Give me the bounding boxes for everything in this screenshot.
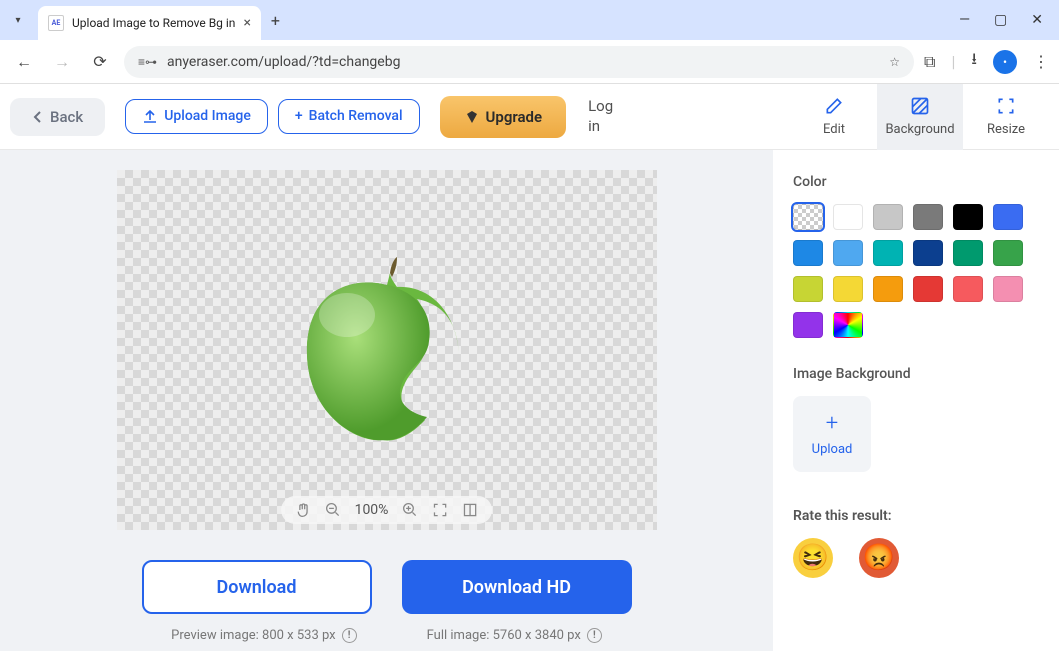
zoom-level-text: 100% bbox=[355, 502, 389, 518]
menu-dots-icon[interactable]: ⋮ bbox=[1033, 52, 1049, 71]
color-swatch[interactable] bbox=[953, 276, 983, 302]
hand-tool-icon[interactable] bbox=[295, 502, 311, 518]
color-swatch[interactable] bbox=[993, 204, 1023, 230]
download-hd-button[interactable]: Download HD bbox=[402, 560, 632, 614]
new-tab-button[interactable]: + bbox=[271, 11, 280, 30]
tab-list-dropdown[interactable]: ▾ bbox=[4, 6, 32, 34]
tab-resize-label: Resize bbox=[987, 122, 1025, 137]
full-meta: Full image: 5760 x 3840 px! bbox=[427, 628, 602, 643]
batch-removal-button[interactable]: + Batch Removal bbox=[278, 99, 420, 134]
url-bar[interactable]: ≡⊶ anyeraser.com/upload/?td=changebg ☆ bbox=[124, 46, 914, 78]
rate-laugh-emoji[interactable]: 😆 bbox=[793, 538, 833, 578]
window-minimize-icon[interactable]: — bbox=[959, 12, 970, 28]
site-info-icon[interactable]: ≡⊶ bbox=[138, 55, 157, 69]
browser-tab[interactable]: AE Upload Image to Remove Bg in × bbox=[38, 6, 261, 40]
color-swatch[interactable] bbox=[913, 276, 943, 302]
tab-edit[interactable]: Edit bbox=[791, 84, 877, 150]
color-swatch[interactable] bbox=[793, 312, 823, 338]
color-grid bbox=[793, 204, 1039, 338]
color-swatch[interactable] bbox=[993, 240, 1023, 266]
tab-background-label: Background bbox=[885, 122, 954, 137]
back-label: Back bbox=[50, 108, 83, 126]
color-swatch[interactable] bbox=[953, 204, 983, 230]
color-swatch[interactable] bbox=[913, 240, 943, 266]
image-preview[interactable] bbox=[287, 255, 487, 445]
edit-icon bbox=[824, 96, 844, 116]
back-button[interactable]: Back bbox=[10, 98, 105, 136]
favicon-icon: AE bbox=[48, 15, 64, 31]
tab-background[interactable]: Background bbox=[877, 84, 963, 150]
color-swatch[interactable] bbox=[793, 240, 823, 266]
tab-edit-label: Edit bbox=[823, 122, 845, 137]
login-link[interactable]: Log in bbox=[588, 97, 618, 136]
tab-title: Upload Image to Remove Bg in bbox=[72, 16, 235, 30]
color-swatch[interactable] bbox=[793, 204, 823, 230]
compare-icon[interactable] bbox=[462, 502, 478, 518]
upload-bg-button[interactable]: + Upload bbox=[793, 396, 871, 472]
color-swatch[interactable] bbox=[793, 276, 823, 302]
upload-image-button[interactable]: Upload Image bbox=[125, 99, 268, 134]
upgrade-button[interactable]: Upgrade bbox=[440, 96, 567, 138]
color-swatch[interactable] bbox=[833, 276, 863, 302]
canvas-checkerboard[interactable] bbox=[117, 170, 657, 530]
preview-meta: Preview image: 800 x 533 px! bbox=[171, 628, 356, 643]
profile-icon[interactable]: • bbox=[993, 50, 1017, 74]
download-button[interactable]: Download bbox=[142, 560, 372, 614]
color-swatch[interactable] bbox=[833, 312, 863, 338]
rate-angry-emoji[interactable]: 😡 bbox=[859, 538, 899, 578]
color-swatch[interactable] bbox=[833, 204, 863, 230]
window-maximize-icon[interactable]: ▢ bbox=[994, 12, 1007, 28]
color-swatch[interactable] bbox=[993, 276, 1023, 302]
color-swatch[interactable] bbox=[953, 240, 983, 266]
fullscreen-icon[interactable] bbox=[432, 502, 448, 518]
zoom-toolbar: 100% bbox=[281, 496, 493, 524]
nav-back-icon[interactable]: ← bbox=[10, 48, 38, 76]
nav-reload-icon[interactable]: ⟳ bbox=[86, 48, 114, 76]
zoom-out-icon[interactable] bbox=[325, 502, 341, 518]
upload-bg-label: Upload bbox=[812, 442, 853, 457]
color-swatch[interactable] bbox=[873, 204, 903, 230]
batch-removal-label: Batch Removal bbox=[309, 108, 403, 125]
rate-label: Rate this result: bbox=[793, 508, 1039, 524]
url-text: anyeraser.com/upload/?td=changebg bbox=[167, 54, 400, 70]
plus-icon: + bbox=[826, 411, 838, 436]
tab-close-icon[interactable]: × bbox=[243, 15, 250, 31]
downloads-icon[interactable]: ⭳ bbox=[971, 48, 977, 75]
upgrade-label: Upgrade bbox=[486, 108, 543, 126]
tab-resize[interactable]: Resize bbox=[963, 84, 1049, 150]
color-swatch[interactable] bbox=[873, 240, 903, 266]
nav-forward-icon[interactable]: → bbox=[48, 48, 76, 76]
plus-icon: + bbox=[295, 108, 303, 125]
window-close-icon[interactable]: ✕ bbox=[1031, 12, 1043, 28]
color-section-label: Color bbox=[793, 174, 1039, 190]
color-swatch[interactable] bbox=[913, 204, 943, 230]
extensions-icon[interactable]: ⧉ bbox=[924, 52, 935, 72]
diamond-icon bbox=[464, 109, 480, 125]
upload-image-label: Upload Image bbox=[164, 108, 251, 125]
info-icon[interactable]: ! bbox=[587, 628, 602, 643]
background-icon bbox=[910, 96, 930, 116]
zoom-in-icon[interactable] bbox=[402, 502, 418, 518]
color-swatch[interactable] bbox=[833, 240, 863, 266]
bookmark-star-icon[interactable]: ☆ bbox=[889, 55, 900, 69]
info-icon[interactable]: ! bbox=[342, 628, 357, 643]
image-bg-section-label: Image Background bbox=[793, 366, 1039, 382]
resize-icon bbox=[996, 96, 1016, 116]
color-swatch[interactable] bbox=[873, 276, 903, 302]
